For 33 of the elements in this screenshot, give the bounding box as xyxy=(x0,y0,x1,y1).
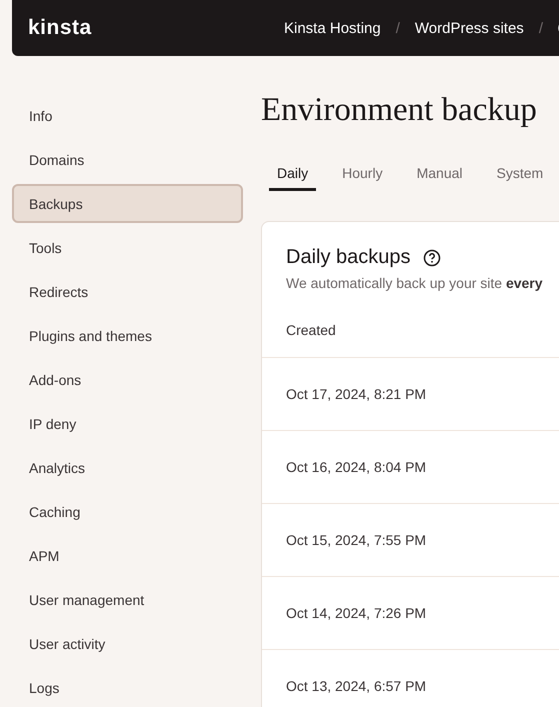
tab[interactable]: Daily xyxy=(269,155,316,191)
sidebar-item[interactable]: Tools xyxy=(12,228,243,267)
logo[interactable]: kinsta xyxy=(28,16,92,40)
page-title: Environment backup xyxy=(261,92,537,129)
breadcrumb-separator: / xyxy=(538,20,543,36)
sidebar-item[interactable]: IP deny xyxy=(12,404,243,443)
card-title: Daily backups xyxy=(286,246,411,269)
breadcrumb-link[interactable]: Kinsta Hosting xyxy=(284,20,381,36)
sidebar-item[interactable]: Backups xyxy=(12,184,243,223)
sidebar-item[interactable]: Info xyxy=(12,96,243,135)
breadcrumb-separator: / xyxy=(396,20,400,36)
tab[interactable]: System xyxy=(488,155,552,191)
sidebar-item[interactable]: Add-ons xyxy=(12,360,243,399)
sidebar-item[interactable]: User management xyxy=(12,580,243,619)
sidebar-item[interactable]: User activity xyxy=(12,624,243,663)
tab[interactable]: Hourly xyxy=(334,155,391,191)
sidebar-item[interactable]: Plugins and themes xyxy=(12,316,243,355)
table-cell: Oct 16, 2024, 8:04 PM xyxy=(262,431,559,504)
sidebar-item[interactable]: Domains xyxy=(12,140,243,179)
sidebar-item[interactable]: Logs xyxy=(12,668,243,707)
column-header: Created xyxy=(262,303,559,358)
table-cell: Oct 14, 2024, 7:26 PM xyxy=(262,577,559,650)
sidebar-item[interactable]: Analytics xyxy=(12,448,243,487)
table-cell: Oct 15, 2024, 7:55 PM xyxy=(262,504,559,577)
sidebar-item[interactable]: APM xyxy=(12,536,243,575)
sidebar-item[interactable]: Caching xyxy=(12,492,243,531)
sidebar-item[interactable]: Redirects xyxy=(12,272,243,311)
help-icon[interactable] xyxy=(422,248,441,266)
card-description: We automatically back up your site every xyxy=(286,275,544,291)
breadcrumb-link[interactable]: WordPress sites xyxy=(414,20,524,36)
table-cell: Oct 13, 2024, 6:57 PM xyxy=(262,650,559,707)
tab[interactable]: Manual xyxy=(408,155,471,191)
table-cell: Oct 17, 2024, 8:21 PM xyxy=(262,358,559,431)
